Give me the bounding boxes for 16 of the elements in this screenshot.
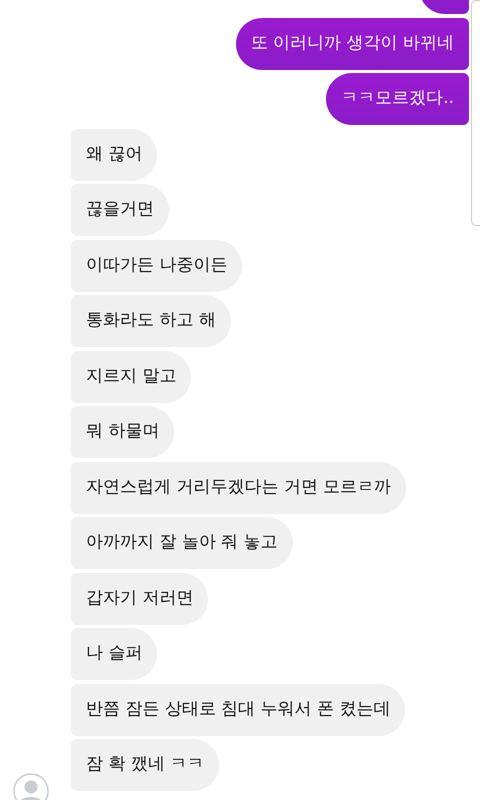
received-message: 뭐 하물며: [71, 406, 174, 458]
received-message: 갑자기 저러면: [71, 572, 208, 624]
received-message: 나 슬퍼: [71, 628, 158, 680]
received-message: 자연스럽게 거리두겠다는 거면 모르ㄹ까: [71, 462, 406, 514]
received-message: 지르지 말고: [71, 350, 192, 402]
received-message: 왜 끊어: [71, 128, 158, 180]
sent-message: ㅋㅋ모르겠다..: [326, 73, 469, 125]
received-message: 반쯤 잠든 상태로 침대 누워서 폰 켰는데: [71, 684, 406, 736]
received-message: 이따가든 나중이든: [71, 240, 242, 292]
received-message: 통화라도 하고 해: [71, 295, 231, 347]
sent-message: 또 이러니까 생각이 바뀌네: [236, 18, 469, 70]
received-message: 끊을거면: [71, 184, 169, 236]
received-message: 잠 확 깼네 ㅋㅋ: [71, 739, 220, 791]
scrollbar[interactable]: [471, 0, 480, 226]
avatar-icon: [12, 772, 48, 800]
received-message: 아까까지 잘 놀아 줘 놓고: [71, 517, 293, 569]
